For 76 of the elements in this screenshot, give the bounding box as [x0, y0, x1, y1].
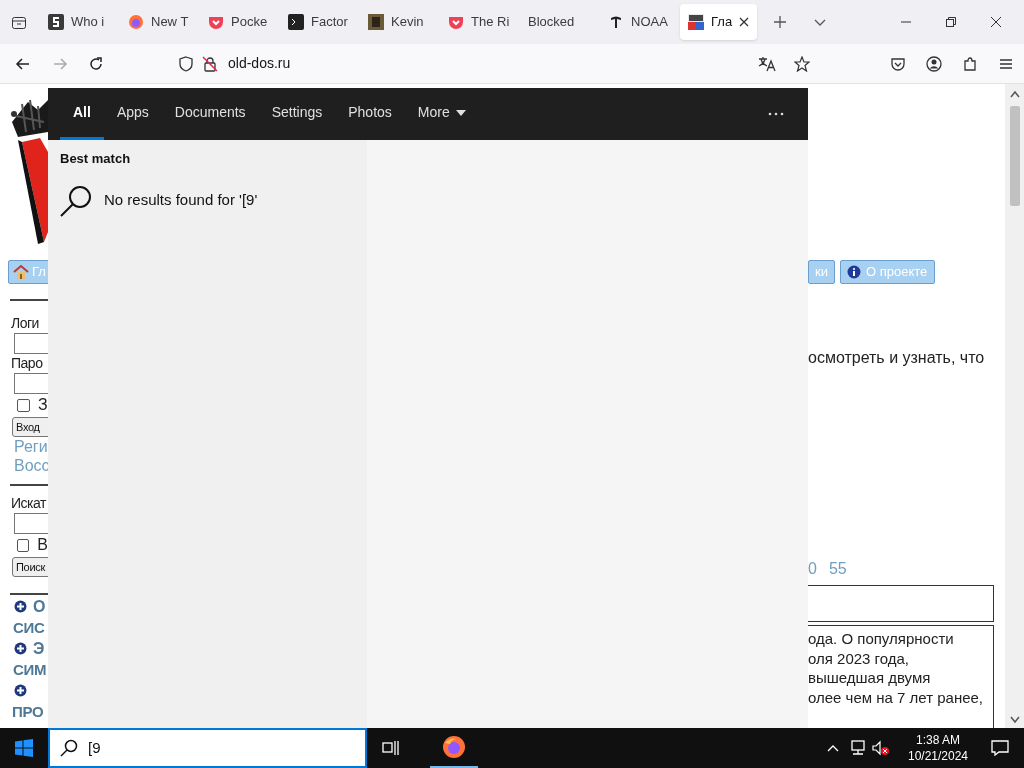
chevron-up-icon[interactable]	[827, 744, 839, 752]
news-icon	[608, 14, 624, 30]
bookmark-star-icon[interactable]	[794, 55, 810, 72]
translate-icon	[758, 55, 776, 72]
browser-tab[interactable]: Pocke	[200, 4, 277, 40]
terminal-icon	[288, 14, 304, 30]
form-button[interactable]: Поиск	[12, 557, 48, 577]
filter-tab[interactable]: More	[404, 88, 479, 140]
clock[interactable]: 1:38 AM 10/21/2024	[900, 732, 976, 764]
more-options-icon[interactable]	[768, 112, 784, 116]
browser-tab[interactable]: Гла	[680, 4, 757, 40]
account-icon[interactable]	[926, 55, 942, 72]
section-heading: Best match	[60, 150, 132, 168]
intro-text: осмотреть и узнать, что	[808, 348, 986, 368]
checkbox[interactable]	[17, 398, 30, 412]
back-icon[interactable]	[15, 55, 31, 72]
filter-tab[interactable]: Documents	[161, 88, 259, 140]
browser-tab[interactable]: The Ri	[440, 4, 517, 40]
browser-icon	[442, 735, 466, 759]
no-results-message: No results found for '[9'	[104, 190, 258, 211]
network-icon[interactable]	[849, 740, 867, 756]
form-button[interactable]: Вход	[12, 417, 48, 437]
filter-tab[interactable]: Apps	[103, 88, 162, 140]
pocket-icon	[208, 14, 224, 30]
shield-icon	[178, 55, 194, 72]
notification-icon[interactable]	[991, 740, 1009, 756]
browser-tab[interactable]: Kevin	[360, 4, 437, 40]
browser-tab[interactable]: Blocked	[520, 4, 597, 40]
site-icon	[688, 14, 704, 30]
field-label: Логи	[11, 314, 40, 333]
chevron-up-icon	[1009, 90, 1020, 98]
tab-list-icon[interactable]	[11, 14, 27, 30]
checkbox-label: З	[38, 395, 48, 415]
extensions-icon[interactable]	[962, 55, 978, 72]
lock-icon	[202, 55, 218, 72]
category-link[interactable]: СИС	[13, 617, 48, 638]
filter-tab[interactable]: Photos	[335, 88, 405, 140]
reload-icon[interactable]	[88, 55, 104, 72]
checkbox[interactable]	[17, 538, 30, 552]
info-icon	[847, 265, 861, 279]
browser-tab[interactable]: NOAA	[600, 4, 677, 40]
article-text: ода. О популярности оля 2023 года, вышедшая двумя олее чем на 7 лет ранее,	[808, 629, 984, 707]
windows-logo-icon[interactable]	[15, 739, 33, 757]
chevron-down-icon	[1009, 716, 1020, 724]
close-icon[interactable]	[739, 17, 750, 27]
caret-down-icon	[455, 109, 466, 116]
filter-tab[interactable]: Settings	[258, 88, 336, 140]
category-link[interactable]: ПРО	[12, 701, 48, 722]
browser-tab[interactable]: Factor	[280, 4, 357, 40]
field-label: Паро	[11, 354, 44, 373]
category-link[interactable]: О	[33, 594, 46, 619]
field-label: Искат	[11, 494, 48, 513]
pocket-icon[interactable]	[890, 55, 906, 72]
search-icon	[60, 739, 78, 757]
plus-icon	[14, 684, 27, 697]
close-icon[interactable]	[990, 16, 1002, 28]
thumbnail-icon	[368, 14, 384, 30]
site-icon	[48, 14, 64, 30]
browser-icon	[128, 14, 144, 30]
scrollbar[interactable]	[1005, 84, 1024, 728]
house-icon	[13, 264, 29, 280]
search-icon	[60, 184, 92, 217]
pocket-icon	[448, 14, 464, 30]
plus-icon	[14, 600, 27, 613]
new-tab-icon[interactable]	[773, 15, 787, 29]
plus-icon	[14, 642, 27, 655]
task-view-icon[interactable]	[382, 740, 400, 756]
browser-tab[interactable]: Who i	[40, 4, 117, 40]
search-field[interactable]: [9	[48, 728, 367, 768]
checkbox-label: В	[37, 535, 48, 555]
category-link[interactable]: Э	[33, 636, 45, 661]
volume-muted-icon[interactable]	[872, 740, 890, 756]
restore-icon[interactable]	[945, 16, 957, 28]
browser-tab[interactable]: New T	[120, 4, 197, 40]
scroll-thumb[interactable]	[1009, 106, 1020, 206]
category-link[interactable]: СИМ	[13, 659, 48, 680]
